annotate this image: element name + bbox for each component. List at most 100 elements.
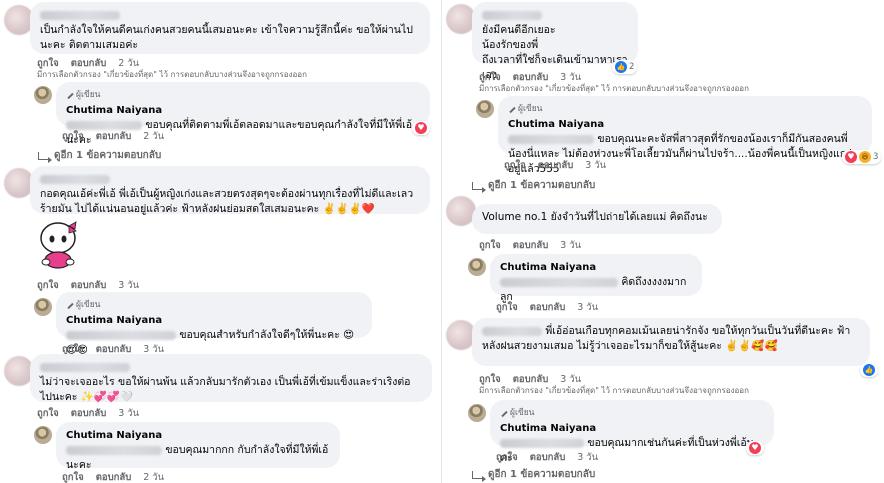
reply-actions: ถูกใจ ตอบกลับ 3 วัน bbox=[504, 158, 606, 173]
reply-actions: ถูกใจ ตอบกลับ 3 วัน bbox=[496, 450, 598, 465]
heart-icon: ♥ bbox=[845, 151, 857, 163]
page-avatar[interactable] bbox=[34, 86, 52, 104]
view-more-replies[interactable]: ดูอีก 1 ข้อความตอบกลับ bbox=[472, 178, 595, 193]
like-link[interactable]: ถูกใจ bbox=[479, 238, 501, 253]
page-avatar[interactable] bbox=[468, 404, 486, 422]
comment-bubble: พี่เอ้อ่อนเกือบทุกคอมเม้นเลยน่ารักจัง ขอ… bbox=[472, 318, 870, 366]
timestamp[interactable]: 3 วัน bbox=[118, 406, 139, 421]
blurred-mention bbox=[508, 134, 594, 144]
pen-icon bbox=[66, 302, 74, 310]
page-avatar[interactable] bbox=[476, 100, 494, 118]
comment-line-2: น้องรักของพี่ bbox=[482, 39, 539, 51]
like-link[interactable]: ถูกใจ bbox=[496, 450, 518, 465]
thumbs-up-icon: 👍 bbox=[863, 364, 875, 376]
timestamp[interactable]: 3 วัน bbox=[118, 278, 139, 293]
timestamp[interactable]: 2 วัน bbox=[143, 470, 164, 483]
reply-bubble: ผู้เขียน Chutima Naiyana ขอบคุณสำหรับกำล… bbox=[56, 292, 372, 356]
reply-author-name[interactable]: Chutima Naiyana bbox=[66, 428, 330, 443]
reply-link[interactable]: ตอบกลับ bbox=[530, 450, 566, 465]
reply-author-name[interactable]: Chutima Naiyana bbox=[66, 103, 420, 118]
reaction-count: 2 bbox=[629, 62, 635, 72]
blurred-mention bbox=[500, 438, 584, 448]
comment-text: กอดคุณเอ้ค่ะพี่เอ้ พี่เอ้เป็นผู้หญิงเก่ง… bbox=[40, 188, 414, 215]
page-avatar[interactable] bbox=[34, 298, 52, 316]
reply-actions: ถูกใจ ตอบกลับ 2 วัน bbox=[62, 129, 164, 144]
reply-link[interactable]: ตอบกลับ bbox=[96, 129, 132, 144]
column-divider bbox=[441, 0, 442, 483]
heart-icon: ♥ bbox=[749, 442, 761, 454]
author-badge: ผู้เขียน bbox=[66, 88, 420, 103]
comment-text: เป็นกำลังใจให้คนดีคนเก่งคนสวยคนนี้เสมอนะ… bbox=[40, 24, 413, 51]
blurred-username bbox=[40, 362, 130, 372]
comment-actions: ถูกใจ ตอบกลับ 3 วัน bbox=[479, 238, 581, 253]
comment-bubble: Volume no.1 ยังจำวันที่ไปถ่ายได้เลยแม่ ค… bbox=[472, 204, 722, 234]
reply-arrow-icon bbox=[38, 151, 52, 163]
reaction-badge[interactable]: 👍 2 bbox=[612, 60, 638, 74]
page-avatar[interactable] bbox=[468, 258, 486, 276]
like-link[interactable]: ถูกใจ bbox=[37, 406, 59, 421]
comment-line-1: ยังมีคนดีอีกเยอะ bbox=[482, 24, 556, 36]
reply-author-name[interactable]: Chutima Naiyana bbox=[500, 421, 764, 436]
timestamp[interactable]: 3 วัน bbox=[577, 300, 598, 315]
timestamp[interactable]: 3 วัน bbox=[585, 158, 606, 173]
reply-arrow-icon bbox=[472, 470, 486, 482]
blurred-mention bbox=[66, 330, 176, 340]
reply-link[interactable]: ตอบกลับ bbox=[513, 238, 549, 253]
blurred-username bbox=[40, 10, 120, 20]
like-link[interactable]: ถูกใจ bbox=[37, 278, 59, 293]
comment-actions: ถูกใจ ตอบกลับ 3 วัน bbox=[37, 406, 139, 421]
like-link[interactable]: ถูกใจ bbox=[504, 158, 526, 173]
blurred-mention bbox=[500, 277, 618, 287]
reply-bubble: ผู้เขียน Chutima Naiyana ขอบคุณนะคะจัสพี… bbox=[498, 96, 872, 175]
reply-author-name[interactable]: Chutima Naiyana bbox=[508, 117, 862, 132]
comment-bubble: เป็นกำลังใจให้คนดีคนเก่งคนสวยคนนี้เสมอนะ… bbox=[30, 2, 430, 54]
thumbs-up-icon: 👍 bbox=[615, 61, 627, 73]
reply-link[interactable]: ตอบกลับ bbox=[71, 406, 107, 421]
reply-link[interactable]: ตอบกลับ bbox=[71, 278, 107, 293]
pen-icon bbox=[66, 92, 74, 100]
view-more-replies[interactable]: ดูอีก 1 ข้อความตอบกลับ bbox=[472, 467, 595, 482]
reply-link[interactable]: ตอบกลับ bbox=[530, 300, 566, 315]
comment-text: ไม่ว่าจะเจออะไร ขอให้ผ่านพ้น แล้วกลับมาร… bbox=[40, 376, 411, 403]
page-avatar[interactable] bbox=[34, 426, 52, 444]
author-badge: ผู้เขียน bbox=[508, 102, 862, 117]
reaction-badge[interactable]: ♥ bbox=[746, 441, 764, 455]
reaction-badge[interactable]: ♥ 😆 3 bbox=[842, 150, 882, 164]
comment-bubble: ไม่ว่าจะเจออะไร ขอให้ผ่านพ้น แล้วกลับมาร… bbox=[30, 354, 432, 403]
reply-actions: ถูกใจ ตอบกลับ 2 วัน bbox=[62, 470, 164, 483]
sticker-image bbox=[40, 221, 77, 269]
view-more-replies[interactable]: ดูอีก 1 ข้อความตอบกลับ bbox=[38, 148, 161, 163]
timestamp[interactable]: 3 วัน bbox=[577, 450, 598, 465]
reply-actions: ถูกใจ ตอบกลับ 3 วัน bbox=[496, 300, 598, 315]
blurred-mention bbox=[66, 445, 162, 455]
author-badge: ผู้เขียน bbox=[500, 406, 764, 421]
blurred-username bbox=[482, 10, 542, 20]
filter-note: มีการเลือกตัวกรอง "เกี่ยวข้องที่สุด" ไว้… bbox=[479, 386, 749, 395]
author-badge: ผู้เขียน bbox=[66, 298, 362, 313]
reaction-count: 3 bbox=[873, 152, 879, 162]
reply-link[interactable]: ตอบกลับ bbox=[538, 158, 574, 173]
comment-bubble: ยังมีคนดีอีกเยอะ น้องรักของพี่ ถึงเวลาที… bbox=[472, 2, 638, 81]
filter-note: มีการเลือกตัวกรอง "เกี่ยวข้องที่สุด" ไว้… bbox=[37, 70, 307, 79]
reply-link[interactable]: ตอบกลับ bbox=[96, 470, 132, 483]
timestamp[interactable]: 2 วัน bbox=[143, 129, 164, 144]
like-link[interactable]: ถูกใจ bbox=[496, 300, 518, 315]
blurred-username bbox=[482, 326, 542, 336]
comment-actions: ถูกใจ ตอบกลับ 3 วัน bbox=[37, 278, 139, 293]
filter-note: มีการเลือกตัวกรอง "เกี่ยวข้องที่สุด" ไว้… bbox=[479, 84, 749, 93]
pen-icon bbox=[508, 106, 516, 114]
reaction-badge[interactable]: 👍 bbox=[860, 363, 878, 377]
reply-author-name[interactable]: Chutima Naiyana bbox=[66, 313, 362, 328]
heart-icon: ♥ bbox=[415, 122, 427, 134]
like-link[interactable]: ถูกใจ bbox=[62, 129, 84, 144]
like-link[interactable]: ถูกใจ bbox=[62, 470, 84, 483]
comment-bubble: กอดคุณเอ้ค่ะพี่เอ้ พี่เอ้เป็นผู้หญิงเก่ง… bbox=[30, 166, 430, 215]
reply-arrow-icon bbox=[472, 181, 486, 193]
reply-bubble: ผู้เขียน Chutima Naiyana ขอบคุณที่ติดตาม… bbox=[56, 82, 430, 146]
timestamp[interactable]: 3 วัน bbox=[560, 238, 581, 253]
reply-bubble: ผู้เขียน Chutima Naiyana ขอบคุณมากเช่นกั… bbox=[490, 400, 774, 464]
laughing-face-icon: 😆 bbox=[859, 151, 871, 163]
reply-author-name[interactable]: Chutima Naiyana bbox=[500, 260, 692, 275]
reaction-badge[interactable]: ♥ bbox=[412, 121, 430, 135]
pen-icon bbox=[500, 410, 508, 418]
